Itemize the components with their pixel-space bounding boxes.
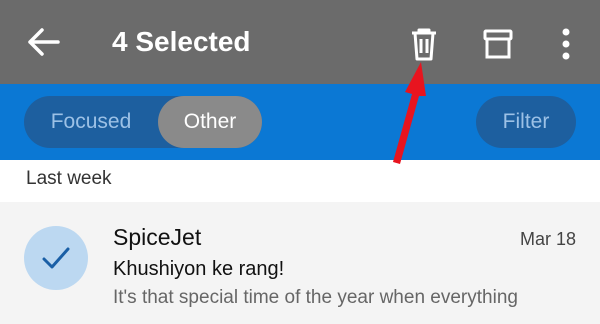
- archive-icon[interactable]: [478, 24, 518, 64]
- trash-icon[interactable]: [404, 24, 444, 64]
- back-arrow-icon[interactable]: [24, 26, 64, 58]
- message-subject: Khushiyon ke rang!: [113, 258, 285, 280]
- app-bar: 4 Selected: [0, 0, 600, 84]
- message-preview: It's that special time of the year when …: [113, 287, 518, 308]
- selection-count-title: 4 Selected: [112, 26, 251, 57]
- message-sender: SpiceJet: [113, 224, 202, 250]
- more-vertical-icon[interactable]: [552, 24, 580, 64]
- tab-focused[interactable]: Focused: [24, 96, 158, 148]
- tab-other[interactable]: Other: [158, 96, 262, 148]
- section-label: Last week: [26, 168, 112, 189]
- message-date: Mar 18: [519, 229, 576, 249]
- selected-avatar[interactable]: [24, 226, 88, 290]
- checkmark-icon: [42, 247, 70, 269]
- filter-button[interactable]: Filter: [476, 96, 576, 148]
